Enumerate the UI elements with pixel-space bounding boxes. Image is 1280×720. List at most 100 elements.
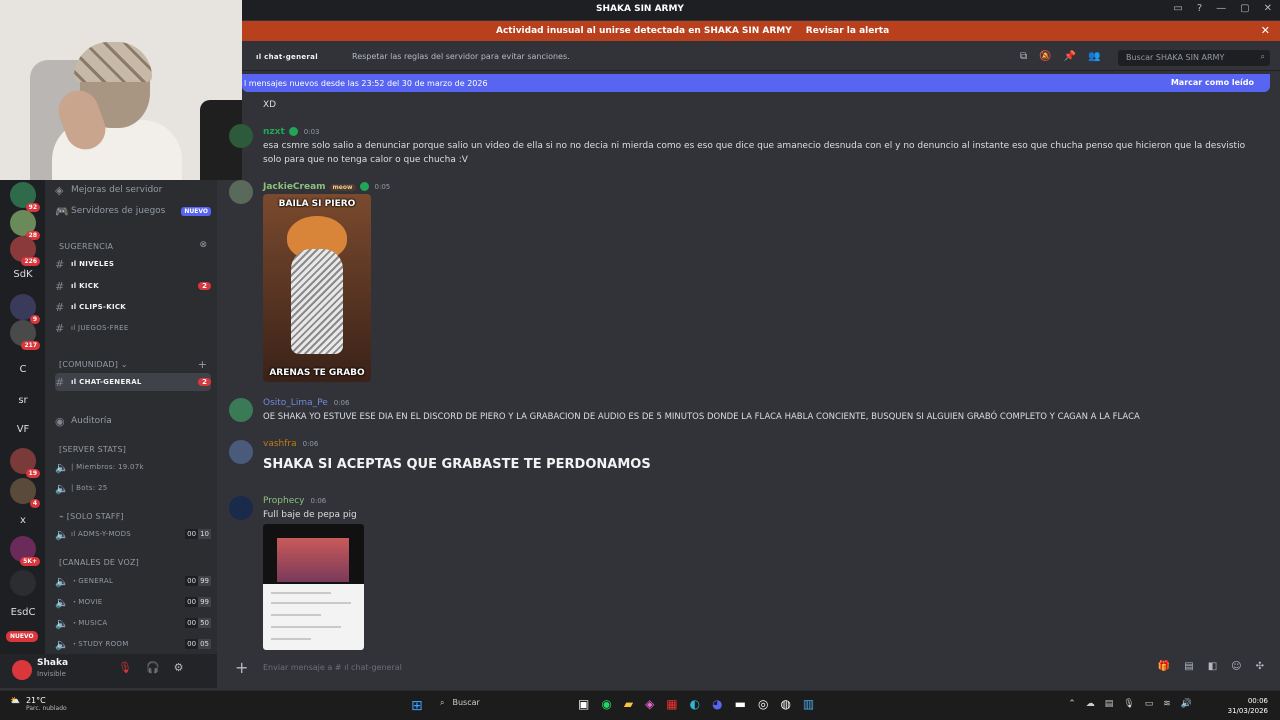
channel-juegos-free[interactable]: # ıl JUEGOS-FREE bbox=[55, 319, 211, 337]
emoji-icon[interactable]: ☺ bbox=[1231, 661, 1241, 672]
gift-icon[interactable]: 🎁 bbox=[1158, 661, 1170, 672]
voice-musica[interactable]: 🔈 ・MUSICA 00 50 bbox=[55, 614, 211, 632]
task-view-icon[interactable]: ▣ bbox=[578, 697, 589, 711]
composer-placeholder[interactable]: Enviar mensaje a # ıl chat-general bbox=[263, 663, 402, 672]
avatar[interactable] bbox=[229, 496, 253, 520]
review-alert-button[interactable]: Revisar la alerta bbox=[806, 26, 889, 36]
channel-niveles[interactable]: # ıl NIVELES bbox=[55, 255, 211, 273]
network-icon[interactable]: ▤ bbox=[1105, 699, 1114, 709]
channel-adms-y-mods[interactable]: 🔈 ıl ADMS-Y-MODS 00 10 bbox=[55, 525, 211, 543]
mark-as-read-button[interactable]: Marcar como leído bbox=[1171, 78, 1254, 87]
avatar[interactable] bbox=[229, 398, 253, 422]
category-comunidad[interactable]: [COMUNIDAD] ⌄ bbox=[59, 360, 128, 369]
voice-bots[interactable]: 🔈 | Bots: 25 bbox=[55, 479, 211, 497]
message-author[interactable]: JackieCream meow 0:05 bbox=[263, 182, 390, 192]
close-icon[interactable]: ⊗ bbox=[199, 240, 207, 250]
server-icon[interactable]: 4 bbox=[10, 478, 40, 508]
discord-icon[interactable]: ◕ bbox=[712, 697, 722, 711]
volume-icon[interactable]: 🔊 bbox=[1181, 699, 1192, 709]
server-icon[interactable]: 9 bbox=[10, 294, 40, 324]
wps-office-icon[interactable]: ▦ bbox=[666, 697, 677, 711]
sidebar-item-boosts[interactable]: ◈ Mejoras del servidor bbox=[55, 181, 211, 199]
display-icon[interactable]: ▭ bbox=[1145, 699, 1154, 709]
message-composer[interactable]: + Enviar mensaje a # ıl chat-general 🎁 ▤… bbox=[227, 656, 1270, 680]
message-author[interactable]: Osito_Lima_Pe 0:06 bbox=[263, 398, 349, 408]
close-window-icon[interactable]: ✕ bbox=[1264, 3, 1272, 14]
copilot-icon[interactable]: ◈ bbox=[645, 697, 654, 711]
category-suggestion[interactable]: Sugerencia bbox=[59, 242, 113, 251]
server-icon[interactable]: VF bbox=[10, 417, 36, 443]
server-icon[interactable]: 226 bbox=[10, 236, 40, 266]
category-voice[interactable]: [CANALES DE VOZ] bbox=[59, 558, 139, 567]
channel-chat-general[interactable]: # ıl CHAT-GENERAL 2 bbox=[55, 373, 211, 391]
avatar[interactable] bbox=[12, 660, 32, 680]
obs-icon[interactable]: ◎ bbox=[758, 697, 768, 711]
message-text: OE SHAKA YO ESTUVE ESE DIA EN EL DISCORD… bbox=[263, 412, 1140, 422]
mic-icon[interactable]: 🎙 bbox=[1123, 699, 1134, 709]
voice-general[interactable]: 🔈 ・GENERAL 00 99 bbox=[55, 572, 211, 590]
gif-icon[interactable]: ▤ bbox=[1184, 661, 1193, 672]
category-solo-staff[interactable]: ⌁ [SOLO STAFF] bbox=[59, 512, 124, 521]
channel-kick[interactable]: # ıl KICK 2 bbox=[55, 277, 211, 295]
taskbar-clock[interactable]: 00:06 31/03/2026 bbox=[1228, 696, 1268, 716]
maximize-icon[interactable]: ▢ bbox=[1240, 3, 1249, 14]
channel-clips-kick[interactable]: # ıl CLIPS-KICK bbox=[55, 298, 211, 316]
sidebar-item-audit[interactable]: ◉ Auditoría bbox=[55, 412, 211, 430]
server-icon[interactable]: C bbox=[10, 357, 36, 383]
close-alert-icon[interactable]: ✕ bbox=[1261, 24, 1270, 37]
hash-icon: # bbox=[55, 279, 65, 293]
headphones-muted-icon[interactable]: 🎧 bbox=[146, 661, 160, 674]
server-icon[interactable]: 5K+ bbox=[10, 536, 40, 566]
pin-icon[interactable]: 📌 bbox=[1064, 51, 1076, 62]
whatsapp-icon[interactable]: ◉ bbox=[601, 697, 611, 711]
members-icon[interactable]: 👥 bbox=[1088, 51, 1100, 62]
voice-members[interactable]: 🔈 | Miembros: 19.07k bbox=[55, 458, 211, 476]
add-attachment-icon[interactable]: + bbox=[235, 658, 248, 677]
new-messages-bar[interactable]: l mensajes nuevos desde las 23:52 del 30… bbox=[242, 74, 1270, 92]
search-input[interactable]: Buscar SHAKA SIN ARMY ⌕ bbox=[1118, 50, 1270, 66]
voice-study-room[interactable]: 🔈 ・STUDY ROOM 00 05 bbox=[55, 635, 211, 653]
avatar[interactable] bbox=[229, 180, 253, 204]
taskbar-search[interactable]: ⌕ Buscar bbox=[440, 698, 480, 708]
voice-movie[interactable]: 🔈 ・MOVIE 00 99 bbox=[55, 593, 211, 611]
file-explorer-icon[interactable]: ▰ bbox=[624, 697, 633, 711]
server-icon[interactable]: 92 bbox=[10, 182, 40, 212]
folder-icon[interactable] bbox=[10, 570, 36, 596]
server-icon[interactable]: 217 bbox=[10, 320, 40, 350]
avatar[interactable] bbox=[229, 440, 253, 464]
inbox-icon[interactable]: ▭ bbox=[1173, 3, 1182, 14]
chrome-icon[interactable]: ◍ bbox=[780, 697, 790, 711]
server-icon[interactable]: SdK bbox=[10, 262, 36, 288]
message-author[interactable]: vashfra 0:06 bbox=[263, 439, 318, 449]
chevron-up-icon[interactable]: ⌃ bbox=[1068, 699, 1076, 709]
terminal-icon[interactable]: ▬ bbox=[735, 697, 746, 711]
screenshot-attachment[interactable] bbox=[263, 524, 364, 650]
cat-gif-attachment[interactable]: BAILA SI PIERO ARENAS TE GRABO bbox=[263, 194, 371, 382]
add-channel-icon[interactable]: + bbox=[198, 358, 207, 371]
wifi-icon[interactable]: ≋ bbox=[1163, 699, 1171, 709]
edge-icon[interactable]: ◐ bbox=[690, 697, 700, 711]
help-icon[interactable]: ? bbox=[1197, 3, 1202, 14]
message-author[interactable]: Prophecy 0:06 bbox=[263, 496, 326, 506]
server-icon[interactable]: 19 bbox=[10, 448, 40, 478]
apps-icon[interactable]: ✣ bbox=[1256, 661, 1264, 672]
minimize-icon[interactable]: — bbox=[1216, 3, 1226, 14]
server-icon[interactable]: EsdC bbox=[10, 600, 36, 626]
category-server-stats[interactable]: [SERVER STATS] bbox=[59, 445, 126, 454]
weather-widget[interactable]: ⛅ 21°C Parc. nublado bbox=[10, 696, 67, 712]
gear-icon[interactable]: ⚙ bbox=[174, 661, 184, 674]
server-icon[interactable]: x bbox=[10, 508, 36, 534]
onedrive-icon[interactable]: ☁ bbox=[1086, 699, 1095, 709]
message-author[interactable]: nzxt 0:03 bbox=[263, 127, 320, 137]
server-icon[interactable]: 28 bbox=[10, 210, 40, 240]
mic-muted-icon[interactable]: 🎙 bbox=[118, 661, 132, 674]
sidebar-item-game-servers[interactable]: 🎮 Servidores de juegos NUEVO bbox=[55, 202, 211, 220]
sticker-icon[interactable]: ◧ bbox=[1208, 661, 1217, 672]
threads-icon[interactable]: ⧉ bbox=[1020, 51, 1027, 62]
server-icon[interactable]: sr bbox=[10, 388, 36, 414]
avatar[interactable] bbox=[229, 124, 253, 148]
channel-topic[interactable]: Respetar las reglas del servidor para ev… bbox=[352, 52, 570, 61]
windows-start-icon[interactable]: ⊞ bbox=[411, 698, 423, 714]
notifications-icon[interactable]: 🔕 bbox=[1039, 51, 1051, 62]
notepad-icon[interactable]: ▥ bbox=[803, 697, 814, 711]
